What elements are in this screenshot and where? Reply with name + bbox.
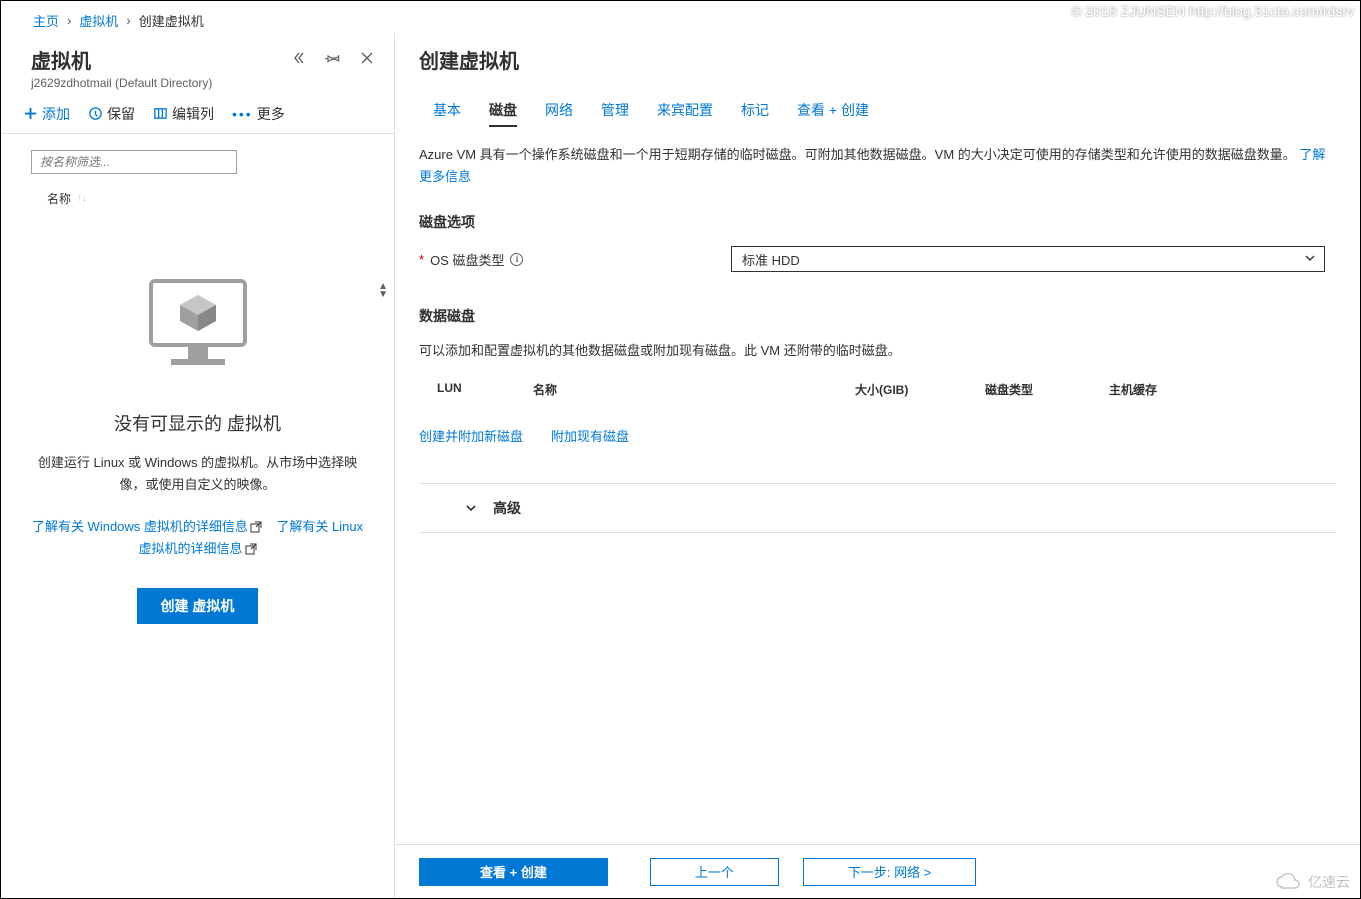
info-icon[interactable]: i xyxy=(510,253,523,266)
monitor-icon xyxy=(133,273,263,383)
scroll-indicator[interactable]: ▲▼ xyxy=(378,283,388,299)
toolbar: 添加 保留 编辑列 ••• 更多 xyxy=(1,94,394,134)
data-disks-desc: 可以添加和配置虚拟机的其他数据磁盘或附加现有磁盘。此 VM 还附带的临时磁盘。 xyxy=(419,340,1336,359)
edit-columns-button[interactable]: 编辑列 xyxy=(153,104,214,124)
wizard-tabs: 基本 磁盘 网络 管理 来宾配置 标记 查看 + 创建 xyxy=(419,94,1336,126)
review-create-button[interactable]: 查看 + 创建 xyxy=(419,858,608,886)
col-cache: 主机缓存 xyxy=(1109,381,1336,398)
attach-existing-disk-link[interactable]: 附加现有磁盘 xyxy=(551,426,629,445)
crumb-home[interactable]: 主页 xyxy=(33,11,59,30)
crumb-current: 创建虚拟机 xyxy=(139,11,204,30)
col-size: 大小(GIB) xyxy=(855,381,985,398)
chevron-down-icon xyxy=(1304,252,1316,264)
empty-state: 没有可显示的 虚拟机 创建运行 Linux 或 Windows 的虚拟机。从市场… xyxy=(1,213,394,624)
chevron-right-icon: › xyxy=(67,13,71,28)
crumb-vms[interactable]: 虚拟机 xyxy=(79,11,118,30)
intro-text: Azure VM 具有一个操作系统磁盘和一个用于短期存储的临时磁盘。可附加其他数… xyxy=(419,144,1336,188)
filter-input[interactable] xyxy=(31,150,237,174)
os-disk-type-label: * OS 磁盘类型 i xyxy=(419,250,731,269)
col-name: 名称 xyxy=(533,381,855,398)
add-button[interactable]: 添加 xyxy=(23,104,70,124)
tab-tags[interactable]: 标记 xyxy=(741,94,769,126)
disk-table-header: LUN 名称 大小(GIB) 磁盘类型 主机缓存 xyxy=(419,375,1336,406)
tab-management[interactable]: 管理 xyxy=(601,94,629,126)
tab-guest-config[interactable]: 来宾配置 xyxy=(657,94,713,126)
more-button[interactable]: ••• 更多 xyxy=(232,104,285,124)
pin-icon[interactable] xyxy=(322,47,344,69)
tab-basic[interactable]: 基本 xyxy=(433,94,461,126)
breadcrumb: 主页 › 虚拟机 › 创建虚拟机 xyxy=(1,1,1360,33)
chevron-down-icon xyxy=(465,502,477,514)
external-link-icon xyxy=(250,521,262,533)
col-lun: LUN xyxy=(437,381,533,398)
keep-button[interactable]: 保留 xyxy=(88,104,135,124)
panel-subtitle: j2629zdhotmail (Default Directory) xyxy=(31,76,374,90)
previous-button[interactable]: 上一个 xyxy=(650,858,779,886)
tab-disks[interactable]: 磁盘 xyxy=(489,94,517,126)
vm-list-panel: 虚拟机 j2629zdhotmail (Default Directory) 添… xyxy=(1,33,395,898)
sort-icon: ↑↓ xyxy=(77,193,87,204)
advanced-toggle[interactable]: 高级 xyxy=(419,483,1336,533)
disk-options-title: 磁盘选项 xyxy=(419,212,1336,232)
collapse-icon[interactable] xyxy=(288,47,310,69)
os-disk-type-select[interactable]: 标准 HDD xyxy=(731,246,1325,272)
wizard-footer: 查看 + 创建 上一个 下一步: 网络 > xyxy=(395,844,1360,898)
chevron-right-icon: › xyxy=(126,13,130,28)
create-vm-panel: 创建虚拟机 基本 磁盘 网络 管理 来宾配置 标记 查看 + 创建 Azure … xyxy=(395,33,1360,898)
create-attach-disk-link[interactable]: 创建并附加新磁盘 xyxy=(419,426,523,445)
col-type: 磁盘类型 xyxy=(985,381,1109,398)
empty-title: 没有可显示的 虚拟机 xyxy=(31,410,364,436)
next-button[interactable]: 下一步: 网络 > xyxy=(803,858,976,886)
empty-desc: 创建运行 Linux 或 Windows 的虚拟机。从市场中选择映像，或使用自定… xyxy=(31,452,364,496)
close-icon[interactable] xyxy=(356,47,378,69)
link-windows-vm[interactable]: 了解有关 Windows 虚拟机的详细信息 xyxy=(32,519,248,534)
external-link-icon xyxy=(245,543,257,555)
column-header-name[interactable]: 名称 ↑↓ xyxy=(1,184,394,213)
tab-network[interactable]: 网络 xyxy=(545,94,573,126)
data-disks-title: 数据磁盘 xyxy=(419,306,1336,326)
page-title: 创建虚拟机 xyxy=(419,45,1336,74)
tab-review-create[interactable]: 查看 + 创建 xyxy=(797,94,869,126)
create-vm-button[interactable]: 创建 虚拟机 xyxy=(137,588,259,624)
